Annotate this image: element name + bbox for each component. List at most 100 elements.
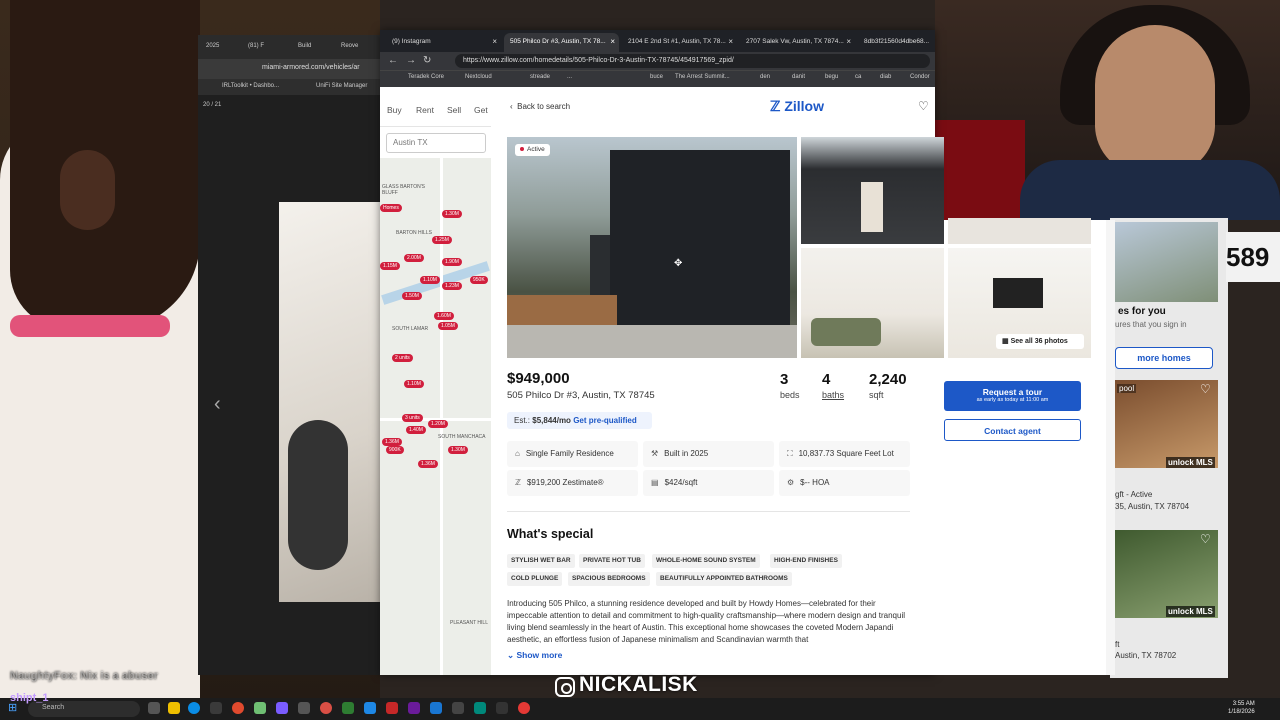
tab-instagram[interactable]: (9) Instagram ×	[386, 33, 501, 52]
close-icon[interactable]: ×	[492, 37, 497, 46]
forward-arrow-icon[interactable]: →	[406, 55, 416, 66]
tab-listing-3[interactable]: 2707 Salek Vw, Austin, TX 7874... ×	[740, 33, 855, 52]
bookmark-item[interactable]: Nextcloud	[465, 74, 492, 80]
listing-thumb-living[interactable]	[948, 218, 1091, 244]
reload-icon[interactable]: ↻	[423, 55, 431, 66]
map-pin[interactable]: 1.60M	[434, 312, 454, 320]
app-icon[interactable]	[276, 702, 288, 714]
back-arrow-icon[interactable]: ←	[388, 55, 398, 66]
zillow-logo[interactable]: ℤ Zillow	[770, 98, 824, 115]
bg-tab-3[interactable]: Build	[298, 43, 311, 49]
map-pin[interactable]: 1.40M	[406, 426, 426, 434]
bookmark-item[interactable]: Condor	[910, 74, 930, 80]
est-value[interactable]: $5,844/mo	[532, 416, 571, 425]
taskbar-clock[interactable]: 3:55 AM 1/18/2026	[1228, 700, 1255, 716]
listing-thumb-entry[interactable]	[801, 137, 944, 244]
save-heart-icon[interactable]: ♡	[918, 99, 929, 113]
baths-label[interactable]: baths	[822, 390, 844, 400]
map-pin[interactable]: 1.36M	[418, 460, 438, 468]
app-icon[interactable]	[342, 702, 354, 714]
app-icon[interactable]	[408, 702, 420, 714]
more-homes-button[interactable]: more homes	[1115, 347, 1213, 369]
bookmark-item[interactable]: Teradek Core	[408, 74, 444, 80]
nav-buy[interactable]: Buy	[387, 105, 402, 115]
bg-url[interactable]: miami-armored.com/vehicles/ar	[262, 64, 360, 71]
map-pin[interactable]: 1.30M	[448, 446, 468, 454]
bg-tab-2[interactable]: (81) F	[248, 43, 264, 49]
listing-thumb-lounge[interactable]	[801, 248, 944, 358]
show-more-link[interactable]: ⌄ Show more	[507, 650, 562, 661]
bookmark-item[interactable]: buce	[650, 74, 663, 80]
bookmark-item[interactable]: ...	[567, 74, 572, 80]
task-view-icon[interactable]	[148, 702, 160, 714]
bookmark-item[interactable]: den	[760, 74, 770, 80]
back-to-search-link[interactable]: ‹ Back to search	[510, 102, 570, 111]
map-pin[interactable]: 3 units	[402, 414, 423, 422]
nav-sell[interactable]: Sell	[447, 105, 461, 115]
map-pin[interactable]: 900K	[386, 446, 404, 454]
heart-icon[interactable]: ♡	[1200, 382, 1211, 396]
map-pin[interactable]: 1.15M	[380, 262, 400, 270]
app-icon[interactable]	[452, 702, 464, 714]
map-pin[interactable]: 1.20M	[428, 420, 448, 428]
map-pin[interactable]: 1.36M	[382, 438, 402, 446]
address-bar[interactable]: https://www.zillow.com/homedetails/505-P…	[455, 54, 930, 68]
app-icon[interactable]	[298, 702, 310, 714]
bookmark-item[interactable]: The Arrest Summit...	[675, 74, 730, 80]
bg-bookmark-1[interactable]: IRLToolkit • Dashbo...	[222, 83, 279, 89]
prequal-link[interactable]: Get pre-qualified	[573, 416, 637, 425]
heart-icon[interactable]: ♡	[1200, 532, 1211, 546]
tab-hash[interactable]: 8db3f21560d4dbe68...	[858, 33, 935, 52]
app-icon[interactable]	[364, 702, 376, 714]
map-pin[interactable]: 1.25M	[432, 236, 452, 244]
chrome-icon[interactable]	[320, 702, 332, 714]
bg-tab-4[interactable]: Reove	[341, 43, 358, 49]
nav-get[interactable]: Get	[474, 105, 488, 115]
contact-agent-button[interactable]: Contact agent	[944, 419, 1081, 441]
bookmark-item[interactable]: danit	[792, 74, 805, 80]
app-icon[interactable]	[430, 702, 442, 714]
bookmark-item[interactable]: streade	[530, 74, 550, 80]
map-pin[interactable]: 1.10M	[404, 380, 424, 388]
bookmark-item[interactable]: ca	[855, 74, 861, 80]
unlock-mls-2[interactable]: unlock MLS	[1166, 606, 1215, 617]
close-icon[interactable]: ×	[846, 37, 851, 46]
bookmark-item[interactable]: diab	[880, 74, 891, 80]
bg-bookmark-2[interactable]: UniFi Site Manager	[316, 83, 367, 89]
app-icon[interactable]	[496, 702, 508, 714]
bookmark-item[interactable]: begu	[825, 74, 838, 80]
map-pin[interactable]: 1.23M	[442, 282, 462, 290]
map-pin[interactable]: 1.90M	[442, 258, 462, 266]
tab-listing-2[interactable]: 2104 E 2nd St #1, Austin, TX 78... ×	[622, 33, 737, 52]
edge-icon[interactable]	[188, 702, 200, 714]
map-search-input[interactable]: Austin TX	[386, 133, 486, 153]
chevron-left-icon[interactable]: ‹	[214, 393, 221, 416]
close-icon[interactable]: ×	[610, 37, 615, 46]
file-explorer-icon[interactable]	[168, 702, 180, 714]
map-homes-tag[interactable]: Homes	[380, 204, 402, 212]
map-pin[interactable]: 2.00M	[404, 254, 424, 262]
see-all-photos-button[interactable]: ▦ See all 36 photos	[996, 334, 1084, 349]
app-icon[interactable]	[386, 702, 398, 714]
request-tour-button[interactable]: Request a tour as early as today at 11:00…	[944, 381, 1081, 411]
map-pin[interactable]: 1.10M	[420, 276, 440, 284]
map-pin[interactable]: 1.30M	[442, 210, 462, 218]
nav-rent[interactable]: Rent	[416, 105, 434, 115]
bg-tab-1[interactable]: 2025	[206, 43, 219, 49]
right-listing-photo-1[interactable]	[1115, 222, 1218, 302]
close-icon[interactable]: ×	[728, 37, 733, 46]
listings-map[interactable]: GLASS BARTON'S BLUFF BARTON HILLS SOUTH …	[380, 158, 491, 675]
tab-active-listing[interactable]: 505 Philco Dr #3, Austin, TX 78... ×	[504, 33, 619, 52]
chrome-icon[interactable]	[518, 702, 530, 714]
map-pin[interactable]: 1.05M	[438, 322, 458, 330]
scrollbar[interactable]	[1106, 220, 1115, 675]
map-pin[interactable]: 2 units	[392, 354, 413, 362]
app-icon[interactable]	[474, 702, 486, 714]
app-icon[interactable]	[210, 702, 222, 714]
app-icon[interactable]	[254, 702, 266, 714]
unlock-mls-1[interactable]: unlock MLS	[1166, 457, 1215, 468]
map-pin[interactable]: 950K	[470, 276, 488, 284]
chrome-icon[interactable]	[232, 702, 244, 714]
fact-text[interactable]: $919,200 Zestimate®	[527, 478, 604, 487]
map-pin[interactable]: 1.50M	[402, 292, 422, 300]
